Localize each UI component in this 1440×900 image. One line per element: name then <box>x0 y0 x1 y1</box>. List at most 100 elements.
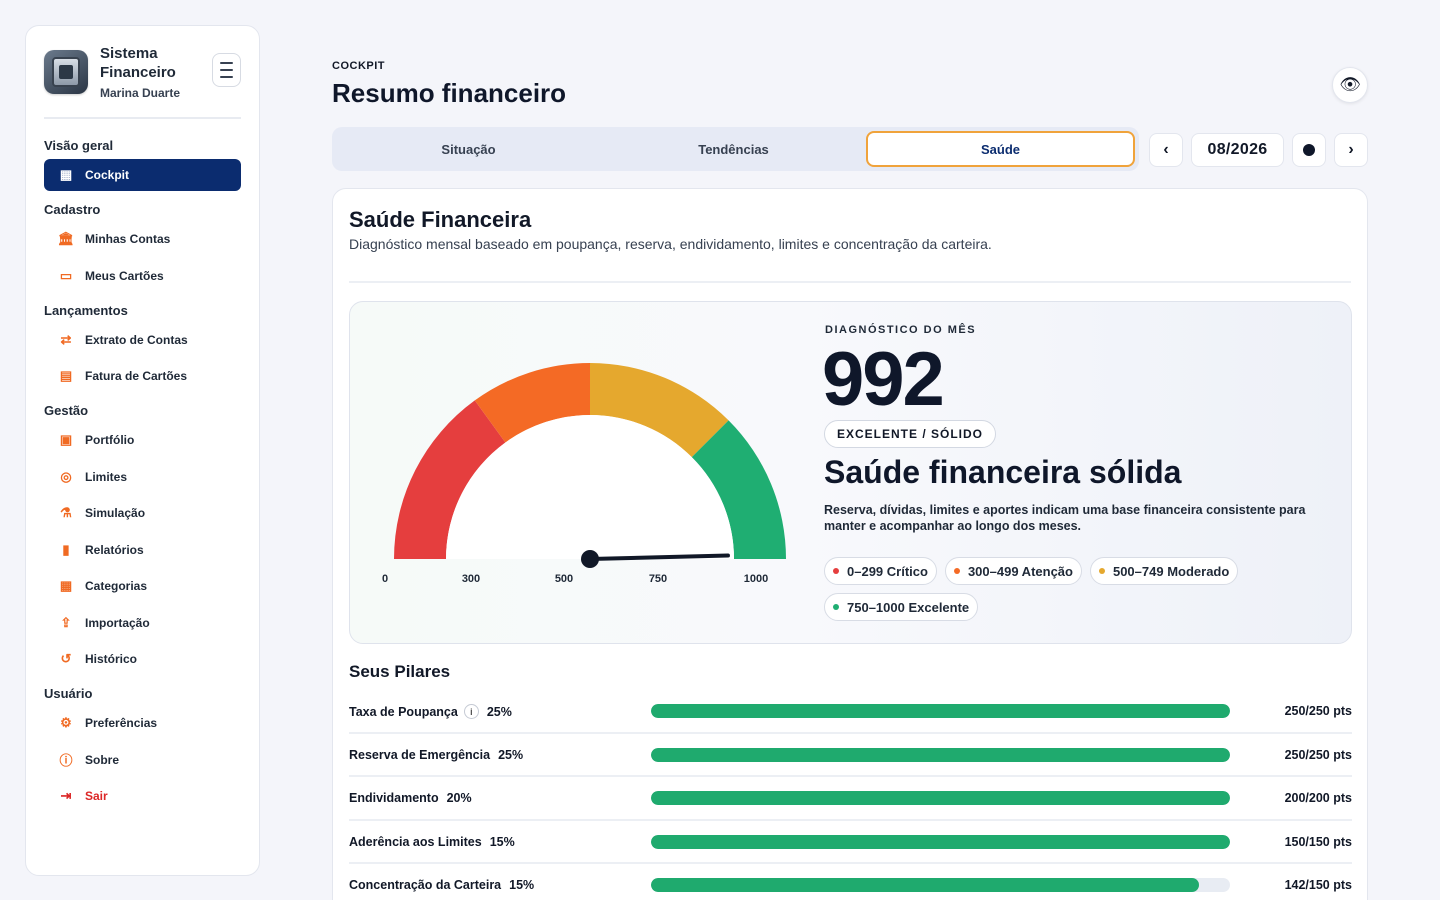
app-title: Sistema Financeiro <box>100 45 176 81</box>
info-icon: ⓘ <box>59 753 73 768</box>
history-icon: ↺ <box>60 651 72 666</box>
pillar-row: Taxa de Poupança i 25% 250/250 pts <box>349 690 1352 734</box>
pillar-row: Concentração da Carteira 15% 142/150 pts <box>349 864 1352 900</box>
tab-tendencias[interactable]: Tendências <box>601 131 866 167</box>
sidebar-item-importa-o[interactable]: ⇪ Importação <box>44 607 241 639</box>
pillar-points: 250/250 pts <box>1284 704 1352 718</box>
nav-section-title: Visão geral <box>44 138 114 153</box>
sidebar-item-extrato-de-contas[interactable]: ⇄ Extrato de Contas <box>44 324 241 356</box>
info-icon[interactable]: i <box>463 704 479 719</box>
briefcase-icon: ▣ <box>59 432 73 447</box>
receipt-icon: ▤ <box>59 368 73 383</box>
brand: Sistema Financeiro Marina Duarte <box>44 44 241 119</box>
gauge-hub <box>581 550 599 568</box>
legend-label: 750–1000 Excelente <box>847 599 970 615</box>
sidebar-item-sobre[interactable]: ⓘ Sobre <box>44 744 241 776</box>
pillar-row: Endividamento 20% 200/200 pts <box>349 777 1352 821</box>
health-description: Reserva, dívidas, limites e aportes indi… <box>824 503 1306 533</box>
pillar-points: 250/250 pts <box>1284 747 1352 762</box>
legend-dot <box>833 568 839 574</box>
bank-icon: 🏛 <box>57 231 75 246</box>
pillar-name: Taxa de Poupança <box>349 704 458 719</box>
period-label[interactable]: 08/2026 <box>1191 133 1284 167</box>
pillar-name: Reserva de Emergência <box>349 747 491 762</box>
nav-section-title: Cadastro <box>44 202 101 217</box>
sidebar-item-prefer-ncias[interactable]: ⚙ Preferências <box>44 707 241 739</box>
tab-situacao[interactable]: Situação <box>336 131 601 167</box>
nav-group: Usuário ⚙ Preferências ⓘ Sobre ⇥ Sair <box>44 685 241 812</box>
pillar-name-group: Concentração da Carteira 15% <box>349 878 534 892</box>
legend-label: 0–299 Crítico <box>847 563 928 579</box>
pillar-points: 142/150 pts <box>1284 878 1352 892</box>
pillar-progress-fill <box>651 747 1230 762</box>
sidebar-item-label: Importação <box>85 615 150 630</box>
sidebar-item-label: Meus Cartões <box>85 268 164 283</box>
status-badge: EXCELENTE / SÓLIDO <box>824 420 997 448</box>
sidebar-item-label: Preferências <box>85 716 158 730</box>
sidebar-item-cockpit[interactable]: ▦ Cockpit <box>44 159 241 191</box>
sidebar-item-meus-cart-es[interactable]: ▭ Meus Cartões <box>44 260 241 292</box>
score-panel: 0 300 500 750 1000 DIAGNÓSTICO DO MÊS 992 EX… <box>349 301 1352 644</box>
eye-icon: 👁 <box>1339 75 1361 94</box>
bar-chart-icon: ▮ <box>62 541 70 557</box>
sidebar-item-simula-o[interactable]: ⚗ Simulação <box>44 497 241 529</box>
nav-group: Gestão ▣ Portfólio ◎ Limites ⚗ Simulação ▮ Relat… <box>44 402 241 675</box>
score-legend: 0–299 Crítico 300–499 Atenção 500–749 Mode… <box>824 557 1334 621</box>
pillar-name-group: Taxa de Poupança i 25% <box>349 704 512 719</box>
sidebar-item-label: Histórico <box>85 652 138 666</box>
sidebar-item-hist-rico[interactable]: ↺ Histórico <box>44 643 241 675</box>
sidebar-item-minhas-contas[interactable]: 🏛 Minhas Contas <box>44 223 241 255</box>
sidebar-item-portf-lio[interactable]: ▣ Portfólio <box>44 424 241 456</box>
sidebar-item-label: Simulação <box>85 506 146 520</box>
pillar-progress-track <box>651 704 1230 718</box>
sidebar: Sistema Financeiro Marina Duarte Visão g… <box>25 25 260 876</box>
user-name: Marina Duarte <box>100 86 181 100</box>
sidebar-item-label: Limites <box>85 469 128 484</box>
nav-section-title: Usuário <box>44 686 93 701</box>
divider <box>349 281 1351 283</box>
pillar-name-group: Endividamento 20% <box>349 791 472 805</box>
sidebar-nav: Visão geral ▦ Cockpit Cadastro 🏛 Minhas Conta… <box>44 137 241 812</box>
pillar-progress-fill <box>651 834 1230 849</box>
current-period-button[interactable] <box>1292 133 1326 167</box>
transfer-icon: ⇄ <box>60 331 72 347</box>
sidebar-item-limites[interactable]: ◎ Limites <box>44 461 241 493</box>
legend-chip: 750–1000 Excelente <box>824 593 979 621</box>
pillar-weight: 15% <box>509 878 535 892</box>
toggle-visibility-button[interactable]: 👁 <box>1332 67 1368 103</box>
tab-saude[interactable]: Saúde <box>866 131 1135 167</box>
next-period-button[interactable]: › <box>1334 133 1368 167</box>
sidebar-item-label: Extrato de Contas <box>85 332 188 347</box>
legend-label: 500–749 Moderado <box>1112 563 1230 579</box>
legend-dot <box>1098 568 1105 574</box>
health-card: Saúde Financeira Diagnóstico mensal base… <box>332 188 1368 900</box>
pillar-row: Aderência aos Limites 15% 150/150 pts <box>349 821 1352 864</box>
pillar-progress-fill <box>651 791 1230 805</box>
sidebar-item-relat-rios[interactable]: ▮ Relatórios <box>44 534 241 566</box>
prev-period-button[interactable]: ‹ <box>1149 133 1183 167</box>
health-score: 992 <box>822 337 945 422</box>
pillar-weight: 25% <box>498 747 524 762</box>
page-eyebrow: COCKPIT <box>332 60 385 72</box>
pillar-name-group: Reserva de Emergência 25% <box>349 748 523 762</box>
sidebar-item-label: Categorias <box>85 579 148 593</box>
legend-chip: 500–749 Moderado <box>1089 557 1239 585</box>
pillar-progress-fill <box>651 704 1230 718</box>
sidebar-item-sair[interactable]: ⇥ Sair <box>44 780 241 812</box>
sidebar-item-fatura-de-cart-es[interactable]: ▤ Fatura de Cartões <box>44 360 241 392</box>
legend-label: 300–499 Atenção <box>967 563 1073 579</box>
sidebar-item-label: Minhas Contas <box>85 232 171 246</box>
app-logo <box>44 50 88 94</box>
sidebar-item-categorias[interactable]: ▦ Categorias <box>44 570 241 602</box>
pillars-title: Seus Pilares <box>349 662 451 681</box>
sidebar-item-label: Portfólio <box>85 433 135 447</box>
health-headline: Saúde financeira sólida <box>824 454 1182 490</box>
health-title: Saúde Financeira <box>349 207 532 232</box>
pillar-weight: 15% <box>489 834 515 849</box>
sidebar-item-label: Relatórios <box>85 542 144 557</box>
menu-toggle-button[interactable] <box>212 53 241 87</box>
nav-group: Visão geral ▦ Cockpit <box>44 137 241 191</box>
pillar-progress-fill <box>651 878 1200 892</box>
legend-chip: 0–299 Crítico <box>824 557 937 585</box>
nav-group: Lançamentos ⇄ Extrato de Contas ▤ Fatura de … <box>44 302 241 393</box>
